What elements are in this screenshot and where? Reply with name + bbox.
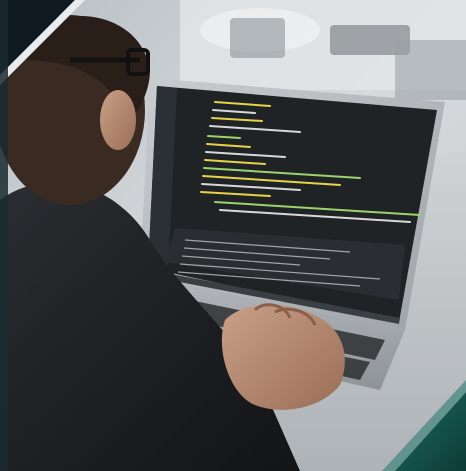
photo-illustration: [0, 0, 466, 471]
person-cheek: [100, 90, 136, 150]
photo-scene: [0, 0, 466, 471]
blurred-monitor: [230, 18, 285, 58]
